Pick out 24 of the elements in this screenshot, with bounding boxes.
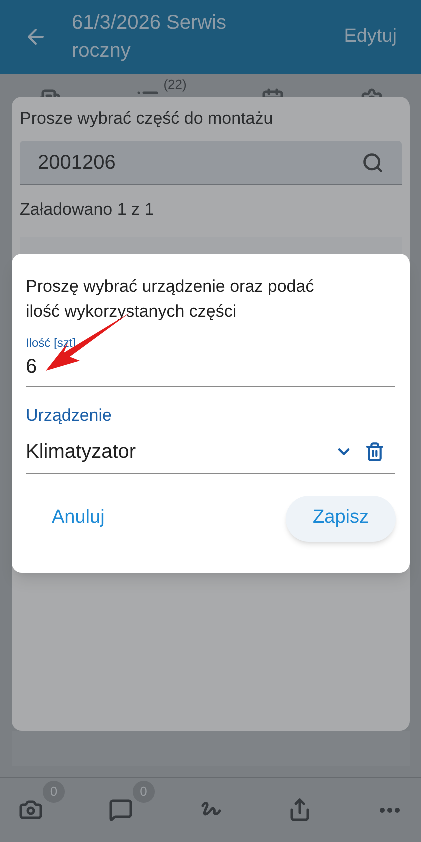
dialog-message: Proszę wybrać urządzenie oraz podać ilość wykorzystanych części [26,276,316,323]
search-field[interactable]: 2001206 [20,141,402,185]
quantity-value: 6 [26,355,38,380]
search-icon [362,152,384,174]
share-icon [288,798,312,822]
trash-icon[interactable] [365,442,385,462]
comment-icon [108,798,133,822]
search-value: 2001206 [38,150,116,176]
loaded-count: Załadowano 1 z 1 [20,199,156,221]
dialog-title: Prosze wybrać część do montażu [20,108,274,130]
camera-icon [19,798,43,822]
toolbar-button[interactable] [380,808,400,812]
edit-button[interactable]: Edytuj [344,22,397,52]
field-label: Urządzenie [26,405,113,427]
cancel-button[interactable]: Anuluj [26,496,131,542]
save-button[interactable]: Zapisz [286,496,396,542]
page-title: 61/3/2026 Serwis roczny [72,11,228,64]
device-select[interactable]: Urządzenie Klimatyzator [26,403,395,474]
toolbar-button[interactable] [288,798,312,822]
toolbar-button[interactable] [19,798,43,822]
more-icon [380,808,400,812]
toolbar-button[interactable] [108,798,133,822]
device-value: Klimatyzator [26,440,136,464]
count-label: (22) [164,78,187,92]
